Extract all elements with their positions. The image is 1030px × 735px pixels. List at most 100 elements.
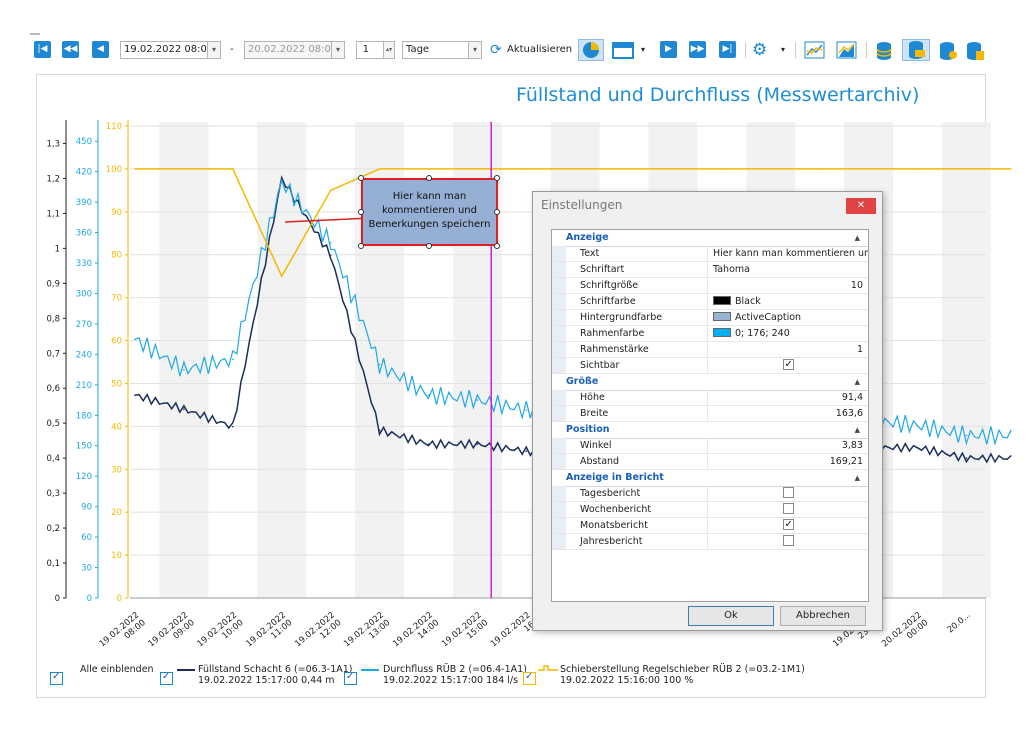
settings-dialog: Einstellungen ✕ Anzeige ▲ Text Hier kann ma… bbox=[532, 191, 883, 631]
property-label: Text bbox=[552, 246, 708, 262]
point-valve bbox=[525, 168, 528, 170]
property-value[interactable]: 3,83 bbox=[708, 438, 868, 454]
point-level bbox=[476, 443, 479, 445]
property-label: Abstand bbox=[552, 454, 708, 470]
point-flow bbox=[965, 434, 968, 437]
point-valve bbox=[867, 168, 870, 170]
legend-level-checkbox[interactable] bbox=[160, 671, 173, 685]
legend-level-name: Füllstand Schacht 6 (=06.3-1A1) bbox=[198, 664, 353, 675]
property-label: Rahmenstärke bbox=[552, 342, 708, 358]
point-flow bbox=[280, 181, 283, 183]
property-row[interactable]: Hintergrundfarbe ActiveCaption bbox=[552, 310, 868, 326]
property-value[interactable] bbox=[708, 486, 868, 502]
property-checkbox[interactable] bbox=[782, 487, 794, 498]
property-value[interactable]: 91,4 bbox=[708, 390, 868, 406]
property-label: Hintergrundfarbe bbox=[552, 310, 708, 326]
property-checkbox[interactable] bbox=[782, 503, 794, 514]
property-checkbox[interactable] bbox=[782, 535, 794, 546]
property-value-text: 169,21 bbox=[829, 456, 863, 467]
property-label: Wochenbericht bbox=[552, 502, 708, 518]
property-row[interactable]: Text Hier kann man kommentieren und ... bbox=[552, 246, 868, 262]
property-row[interactable]: Rahmenfarbe 0; 176; 240 bbox=[552, 326, 868, 342]
point-valve bbox=[721, 168, 723, 170]
show-all-checkbox[interactable] bbox=[50, 671, 63, 685]
property-row[interactable]: Sichtbar bbox=[552, 358, 868, 374]
level-tick-label: 1,2 bbox=[46, 174, 60, 184]
point-valve bbox=[770, 168, 772, 170]
resize-handle[interactable] bbox=[426, 243, 432, 249]
property-value[interactable]: 10 bbox=[708, 278, 868, 294]
comment-callout[interactable]: Hier kann man kommentieren und Bemerkung… bbox=[361, 178, 498, 246]
legend-valve-checkbox[interactable] bbox=[523, 671, 536, 685]
property-row[interactable]: Höhe 91,4 bbox=[552, 390, 868, 406]
ok-button[interactable]: Ok bbox=[688, 606, 774, 626]
level-tick-label: 1,1 bbox=[46, 209, 60, 219]
property-category[interactable]: Position ▲ bbox=[552, 422, 868, 439]
property-row[interactable]: Schriftfarbe Black bbox=[552, 294, 868, 310]
property-value-text: 0; 176; 240 bbox=[735, 328, 790, 339]
property-row[interactable]: Wochenbericht bbox=[552, 502, 868, 518]
property-row[interactable]: Monatsbericht bbox=[552, 518, 868, 534]
point-level bbox=[378, 429, 381, 431]
level-tick-label: 0,5 bbox=[46, 419, 60, 429]
property-value[interactable]: Hier kann man kommentieren und ... bbox=[708, 246, 868, 262]
resize-handle[interactable] bbox=[426, 175, 432, 181]
property-label: Tagesbericht bbox=[552, 486, 708, 502]
cancel-button[interactable]: Abbrechen bbox=[780, 606, 866, 626]
collapse-caret-icon[interactable]: ▲ bbox=[855, 230, 860, 246]
level-tick-label: 0,1 bbox=[46, 559, 60, 569]
close-icon[interactable]: ✕ bbox=[846, 198, 876, 214]
collapse-caret-icon[interactable]: ▲ bbox=[855, 470, 860, 486]
resize-handle[interactable] bbox=[494, 209, 500, 215]
property-value[interactable]: Black bbox=[708, 294, 868, 310]
property-value[interactable] bbox=[708, 518, 868, 534]
property-value[interactable]: 169,21 bbox=[708, 454, 868, 470]
collapse-caret-icon[interactable]: ▲ bbox=[855, 374, 860, 390]
resize-handle[interactable] bbox=[494, 175, 500, 181]
property-row[interactable]: Abstand 169,21 bbox=[552, 454, 868, 470]
property-row[interactable]: Winkel 3,83 bbox=[552, 438, 868, 454]
property-category[interactable]: Anzeige in Bericht ▲ bbox=[552, 470, 868, 487]
property-checkbox[interactable] bbox=[782, 518, 794, 533]
property-category[interactable]: Anzeige ▲ bbox=[552, 230, 868, 247]
property-grid[interactable]: Anzeige ▲ Text Hier kann man kommentieren u… bbox=[551, 229, 869, 602]
property-value[interactable]: Tahoma bbox=[708, 262, 868, 278]
property-row[interactable]: Rahmenstärke 1 bbox=[552, 342, 868, 358]
property-value[interactable]: 1 bbox=[708, 342, 868, 358]
resize-handle[interactable] bbox=[358, 209, 364, 215]
property-label: Breite bbox=[552, 406, 708, 422]
level-tick-label: 1,3 bbox=[46, 139, 60, 149]
legend-flow-checkbox[interactable] bbox=[344, 671, 357, 685]
resize-handle[interactable] bbox=[358, 175, 364, 181]
point-flow bbox=[427, 394, 430, 396]
point-valve bbox=[427, 168, 430, 170]
property-category[interactable]: Größe ▲ bbox=[552, 374, 868, 391]
point-level bbox=[183, 408, 185, 411]
property-value[interactable]: 163,6 bbox=[708, 406, 868, 422]
property-checkbox[interactable] bbox=[782, 358, 794, 373]
valve-tick-label: 10 bbox=[111, 551, 122, 561]
property-row[interactable]: Breite 163,6 bbox=[552, 406, 868, 422]
point-level bbox=[965, 457, 968, 459]
x-tick-label: 20.02.202200:00 bbox=[880, 610, 930, 649]
property-value[interactable]: 0; 176; 240 bbox=[708, 326, 868, 342]
category-label: Anzeige in Bericht bbox=[566, 472, 664, 483]
property-row[interactable]: Tagesbericht bbox=[552, 486, 868, 502]
property-row[interactable]: Jahresbericht bbox=[552, 534, 868, 550]
property-value[interactable] bbox=[708, 534, 868, 550]
property-row[interactable]: Schriftgröße 10 bbox=[552, 278, 868, 294]
legend-valve-name: Schieberstellung Regelschieber RÜB 2 (=0… bbox=[560, 664, 805, 675]
flow-tick-label: 180 bbox=[76, 411, 92, 421]
legend-level-line bbox=[177, 669, 195, 671]
resize-handle[interactable] bbox=[358, 243, 364, 249]
property-value[interactable]: ActiveCaption bbox=[708, 310, 868, 326]
property-value[interactable] bbox=[708, 502, 868, 518]
point-valve bbox=[134, 168, 136, 170]
point-valve bbox=[280, 275, 283, 277]
property-value[interactable] bbox=[708, 358, 868, 374]
property-label: Schriftfarbe bbox=[552, 294, 708, 310]
collapse-caret-icon[interactable]: ▲ bbox=[855, 422, 860, 438]
resize-handle[interactable] bbox=[494, 243, 500, 249]
property-row[interactable]: Schriftart Tahoma bbox=[552, 262, 868, 278]
flow-tick-label: 240 bbox=[76, 350, 92, 360]
